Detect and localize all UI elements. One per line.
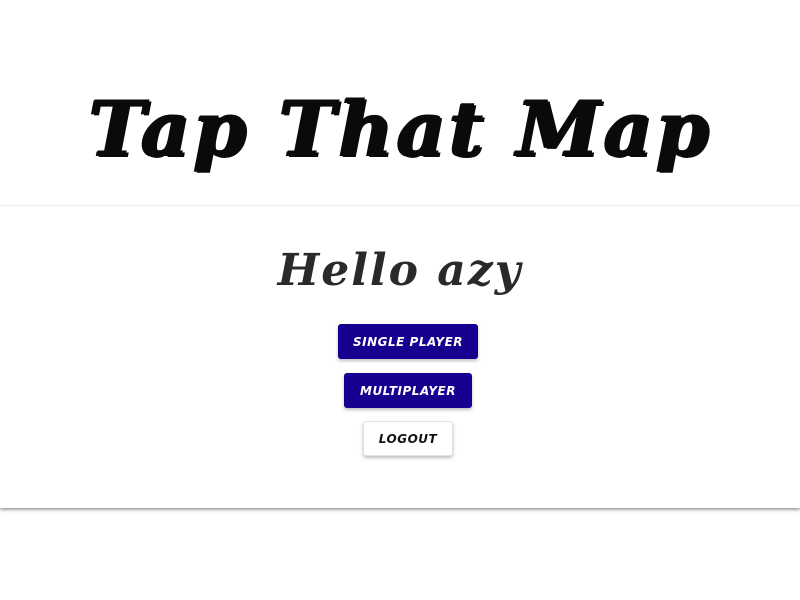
single-player-button-label: Single Player [353,334,463,349]
multiplayer-button[interactable]: Multiplayer [344,373,472,408]
app-title: Tap That Map [88,83,712,173]
greeting-heading: Hello azy [277,245,523,296]
logout-button-label: Logout [378,431,438,446]
multiplayer-button-label: Multiplayer [360,383,456,398]
menu-card: Hello azy Single Player Multiplayer Logo… [0,205,800,508]
single-player-button[interactable]: Single Player [338,324,478,359]
logout-button[interactable]: Logout [363,421,453,456]
